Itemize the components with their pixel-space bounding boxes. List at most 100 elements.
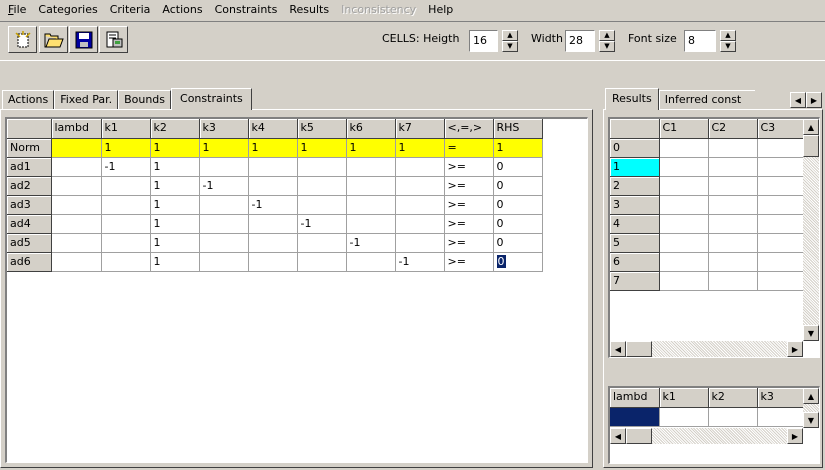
grid-cell[interactable]: 1	[150, 252, 200, 272]
row-header[interactable]: 0	[610, 138, 660, 158]
grid-cell[interactable]: 1	[395, 138, 445, 158]
grid-cell[interactable]	[757, 252, 807, 272]
results-scroll-thumb[interactable]	[803, 135, 819, 157]
grid-cell[interactable]: -1	[395, 252, 445, 272]
inferred-horizontal-scrollbar[interactable]: ◀ ▶	[610, 428, 803, 444]
row-header[interactable]: ad4	[7, 214, 52, 234]
tab-scroll-right-icon[interactable]: ▶	[806, 92, 822, 108]
grid-cell[interactable]: 1	[346, 138, 396, 158]
tab-actions[interactable]: Actions	[2, 90, 55, 110]
selected-cell[interactable]	[610, 407, 660, 427]
grid-cell[interactable]	[659, 233, 709, 253]
grid-cell[interactable]: 1	[150, 214, 200, 234]
grid-cell[interactable]	[757, 407, 807, 427]
grid-cell[interactable]: -1	[346, 233, 396, 253]
grid-cell[interactable]	[297, 233, 347, 253]
grid-cell[interactable]	[297, 195, 347, 215]
grid-cell[interactable]	[757, 195, 807, 215]
grid-cell[interactable]	[297, 252, 347, 272]
grid-cell[interactable]	[101, 252, 151, 272]
grid-cell[interactable]	[708, 138, 758, 158]
grid-cell[interactable]	[708, 214, 758, 234]
cell-height-up-icon[interactable]: ▲	[502, 30, 518, 41]
cell-height-input[interactable]: 16	[469, 30, 498, 52]
column-header[interactable]	[7, 119, 52, 139]
grid-cell[interactable]	[51, 252, 102, 272]
menu-actions[interactable]: Actions	[156, 1, 208, 18]
results-hscroll-thumb[interactable]	[626, 341, 652, 357]
grid-cell[interactable]: 1	[493, 138, 543, 158]
column-header[interactable]: k1	[659, 388, 709, 408]
grid-cell[interactable]: >=	[444, 195, 494, 215]
row-header[interactable]: ad3	[7, 195, 52, 215]
grid-cell[interactable]: 0	[493, 252, 543, 272]
grid-cell[interactable]: 1	[199, 138, 249, 158]
grid-cell[interactable]	[659, 138, 709, 158]
grid-cell[interactable]: -1	[248, 195, 298, 215]
grid-cell[interactable]	[659, 214, 709, 234]
menu-constraints[interactable]: Constraints	[209, 1, 284, 18]
scroll-down-icon[interactable]: ▼	[803, 325, 819, 341]
grid-cell[interactable]	[199, 233, 249, 253]
tab-fixed-par[interactable]: Fixed Par.	[54, 90, 119, 110]
inferred-hscroll-thumb[interactable]	[626, 428, 652, 444]
grid-cell[interactable]	[395, 157, 445, 177]
grid-cell[interactable]	[346, 214, 396, 234]
grid-cell[interactable]	[708, 233, 758, 253]
grid-cell[interactable]	[248, 252, 298, 272]
column-header[interactable]: C1	[659, 119, 709, 139]
grid-cell[interactable]: >=	[444, 252, 494, 272]
grid-cell[interactable]	[199, 157, 249, 177]
new-file-button[interactable]	[8, 26, 37, 53]
grid-cell[interactable]	[708, 252, 758, 272]
row-header[interactable]: 4	[610, 214, 660, 234]
grid-cell[interactable]	[757, 271, 807, 291]
inferred-vertical-scrollbar[interactable]: ▲ ▼	[803, 388, 819, 428]
grid-cell[interactable]	[346, 195, 396, 215]
grid-cell[interactable]	[248, 233, 298, 253]
column-header[interactable]	[610, 119, 660, 139]
grid-cell[interactable]	[101, 233, 151, 253]
grid-cell[interactable]	[757, 176, 807, 196]
cell-height-down-icon[interactable]: ▼	[502, 41, 518, 52]
grid-cell[interactable]	[659, 195, 709, 215]
grid-cell[interactable]: >=	[444, 233, 494, 253]
row-header[interactable]: 2	[610, 176, 660, 196]
grid-cell[interactable]: 1	[297, 138, 347, 158]
column-header[interactable]: k5	[297, 119, 347, 139]
row-header[interactable]: ad6	[7, 252, 52, 272]
grid-cell[interactable]: 1	[150, 176, 200, 196]
grid-cell[interactable]	[757, 233, 807, 253]
grid-cell[interactable]: -1	[101, 157, 151, 177]
grid-cell[interactable]	[51, 176, 102, 196]
font-size-down-icon[interactable]: ▼	[720, 41, 736, 52]
grid-cell[interactable]	[199, 214, 249, 234]
column-header[interactable]: lambd	[610, 388, 660, 408]
inferred-scroll-down-icon[interactable]: ▼	[803, 412, 819, 428]
column-header[interactable]: k4	[248, 119, 298, 139]
grid-cell[interactable]: >=	[444, 176, 494, 196]
grid-cell[interactable]: 0	[493, 233, 543, 253]
column-header[interactable]: k3	[199, 119, 249, 139]
cell-width-up-icon[interactable]: ▲	[599, 30, 615, 41]
cell-height-spinner[interactable]: ▲ ▼	[502, 30, 518, 52]
grid-cell[interactable]	[757, 138, 807, 158]
font-size-up-icon[interactable]: ▲	[720, 30, 736, 41]
row-header[interactable]: 5	[610, 233, 660, 253]
grid-cell[interactable]	[199, 195, 249, 215]
inferred-scroll-up-icon[interactable]: ▲	[803, 388, 819, 404]
grid-cell[interactable]	[248, 157, 298, 177]
grid-cell[interactable]	[395, 233, 445, 253]
menu-file[interactable]: File	[2, 1, 32, 18]
row-header[interactable]: 1	[610, 157, 660, 177]
grid-cell[interactable]: 1	[150, 157, 200, 177]
save-button[interactable]	[69, 26, 98, 53]
column-header[interactable]: k7	[395, 119, 445, 139]
scroll-right-icon[interactable]: ▶	[787, 341, 803, 357]
grid-cell[interactable]: 1	[150, 195, 200, 215]
menu-criteria[interactable]: Criteria	[104, 1, 157, 18]
font-size-spinner[interactable]: ▲ ▼	[720, 30, 736, 52]
font-size-input[interactable]: 8	[684, 30, 716, 52]
menu-help[interactable]: Help	[422, 1, 459, 18]
grid-cell[interactable]: -1	[199, 176, 249, 196]
